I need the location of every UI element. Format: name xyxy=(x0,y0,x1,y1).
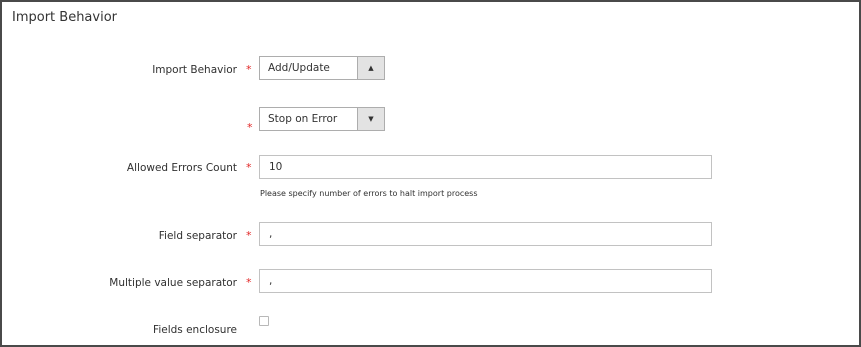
multiple-value-separator-input[interactable]: , xyxy=(259,269,712,293)
field-separator-input[interactable]: , xyxy=(259,222,712,246)
chevron-down-icon[interactable]: ▼ xyxy=(357,108,384,130)
fields-enclosure-checkbox[interactable] xyxy=(259,316,269,326)
import-behavior-select-value: Add/Update xyxy=(268,62,330,74)
validation-strategy-required-mark: * xyxy=(247,121,253,134)
field-separator-label: Field separator xyxy=(158,230,237,242)
allowed-errors-count-label: Allowed Errors Count xyxy=(126,162,237,174)
multiple-value-separator-required-mark: * xyxy=(246,276,252,289)
allowed-errors-count-input[interactable]: 10 xyxy=(259,155,712,179)
allowed-errors-count-required-mark: * xyxy=(246,161,252,174)
import-behavior-label: Import Behavior xyxy=(152,64,237,76)
fields-enclosure-label: Fields enclosure xyxy=(153,324,237,336)
section-title: Import Behavior xyxy=(12,10,118,25)
chevron-up-icon[interactable]: ▲ xyxy=(357,57,384,79)
multiple-value-separator-value: , xyxy=(269,275,273,287)
multiple-value-separator-label: Multiple value separator xyxy=(109,277,237,289)
allowed-errors-count-note: Please specify number of errors to halt … xyxy=(260,189,478,198)
field-separator-required-mark: * xyxy=(246,229,252,242)
allowed-errors-count-value: 10 xyxy=(269,161,283,173)
import-behavior-panel: Import Behavior Import Behavior * Add/Up… xyxy=(0,0,861,347)
import-behavior-required-mark: * xyxy=(246,63,252,76)
import-behavior-select[interactable]: Add/Update ▲ xyxy=(259,56,385,80)
validation-strategy-select[interactable]: Stop on Error ▼ xyxy=(259,107,385,131)
field-separator-value: , xyxy=(269,228,273,240)
validation-strategy-select-value: Stop on Error xyxy=(268,113,338,125)
